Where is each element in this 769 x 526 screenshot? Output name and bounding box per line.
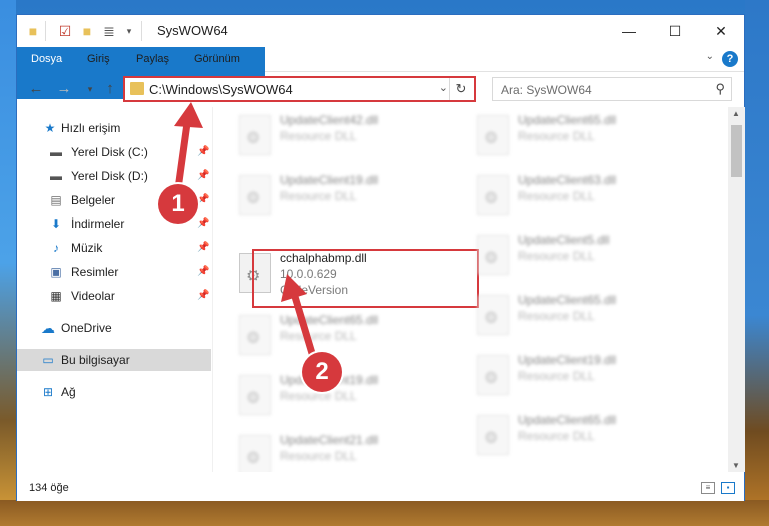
annotation-badge-1: 1: [158, 184, 198, 224]
arrow-2-shaft: [289, 286, 318, 364]
annotation-arrows: [173, 102, 318, 364]
arrow-1-head: [174, 102, 203, 128]
annotation-badge-2: 2: [302, 352, 342, 392]
arrow-2-head: [281, 274, 307, 302]
